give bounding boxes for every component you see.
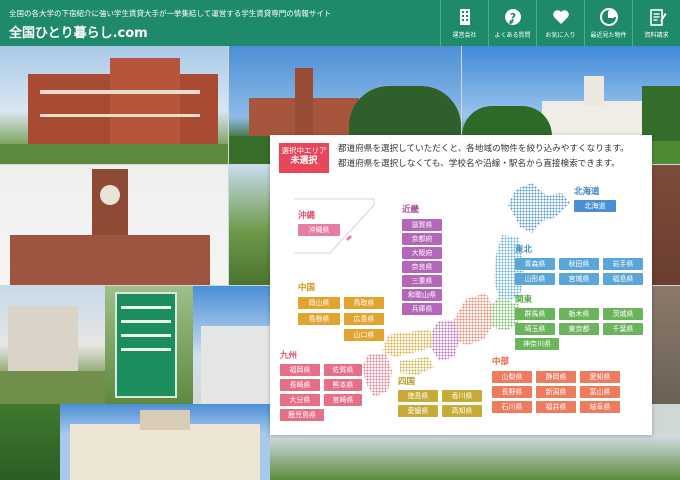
map-shikoku[interactable] [400, 357, 434, 375]
campus-photo-right-building [652, 165, 680, 285]
region-title-kanto: 関東 [515, 295, 533, 305]
region-title-tohoku: 東北 [515, 245, 533, 255]
pref-button-yamanashi[interactable]: 山梨県 [492, 371, 532, 383]
pref-button-kumamoto[interactable]: 熊本県 [324, 379, 362, 391]
pref-button-hiroshima[interactable]: 広島県 [344, 313, 384, 325]
pref-button-iwate[interactable]: 岩手県 [603, 258, 643, 270]
nav-company[interactable]: 運営会社 [440, 0, 488, 46]
nav-recently-viewed[interactable]: 最近見た物件 [584, 0, 632, 46]
campus-photo-modern-building [0, 286, 105, 404]
clock-icon [599, 8, 618, 26]
prefecture-search-panel: 選択中エリア 未選択 都道府県を選択していただくと、各地域の物件を絞り込みやすく… [270, 135, 652, 435]
region-title-kinki: 近畿 [402, 205, 420, 215]
pref-button-gifu[interactable]: 岐阜県 [580, 401, 620, 413]
pref-button-kanagawa[interactable]: 神奈川県 [515, 338, 559, 350]
pref-button-tokyo[interactable]: 東京都 [559, 323, 599, 335]
pref-button-okayama[interactable]: 岡山県 [298, 297, 340, 309]
nav-label: 最近見た物件 [590, 32, 627, 39]
nav-label: よくある質問 [494, 32, 531, 39]
pref-button-miyazaki[interactable]: 宮崎県 [324, 394, 362, 406]
heart-icon [552, 10, 569, 24]
pref-button-toyama[interactable]: 富山県 [580, 386, 620, 398]
pref-button-yamaguchi[interactable]: 山口県 [344, 329, 384, 341]
nav-favorites[interactable]: お気に入り [536, 0, 584, 46]
pref-button-oita[interactable]: 大分県 [280, 394, 320, 406]
pref-button-hokkaido[interactable]: 北海道 [574, 200, 616, 212]
pref-button-ibaraki[interactable]: 茨城県 [603, 308, 643, 320]
campus-photo-tall-tower [0, 165, 228, 285]
pref-button-saitama[interactable]: 埼玉県 [515, 323, 555, 335]
pref-button-kyoto[interactable]: 京都府 [402, 233, 442, 245]
site-header: 全国の各大学の下宿紹介に強い学生賃貸大手が一挙集結して運営する学生賃貸専門の情報… [0, 0, 680, 46]
region-title-chubu: 中部 [492, 357, 510, 367]
pref-button-kochi[interactable]: 高知県 [442, 405, 482, 417]
campus-photo-trees-bottom [0, 404, 60, 480]
region-title-chugoku: 中国 [298, 283, 316, 293]
document-icon [649, 9, 666, 26]
region-title-hokkaido: 北海道 [574, 187, 600, 197]
pref-button-osaka[interactable]: 大阪府 [402, 247, 442, 259]
nav-request-documents[interactable]: 資料請求 [632, 0, 680, 46]
pref-button-aomori[interactable]: 青森県 [515, 258, 555, 270]
region-title-okinawa: 沖縄 [298, 211, 316, 221]
pref-button-shimane[interactable]: 島根県 [298, 313, 340, 325]
region-title-kyushu: 九州 [280, 351, 298, 361]
pref-button-fukui[interactable]: 福井県 [536, 401, 576, 413]
building-icon [459, 9, 470, 25]
pref-button-niigata[interactable]: 新潟県 [536, 386, 576, 398]
okinawa-island-shape[interactable] [346, 235, 352, 241]
pref-button-aichi[interactable]: 愛知県 [580, 371, 620, 383]
svg-text:?: ? [509, 11, 515, 24]
pref-button-shiga[interactable]: 滋賀県 [402, 219, 442, 231]
nav-faq[interactable]: ? よくある質問 [488, 0, 536, 46]
pref-button-mie[interactable]: 三重県 [402, 275, 442, 287]
nav-label: お気に入り [545, 32, 576, 39]
pref-button-ehime[interactable]: 愛媛県 [398, 405, 438, 417]
pref-button-tottori[interactable]: 鳥取県 [344, 297, 384, 309]
campus-photo-right-brick [652, 286, 680, 404]
pref-button-okinawa[interactable]: 沖縄県 [298, 224, 340, 236]
pref-button-tokushima[interactable]: 徳島県 [398, 390, 438, 402]
pref-button-fukushima[interactable]: 福島県 [603, 273, 643, 285]
nav-label: 資料請求 [644, 32, 669, 39]
pref-button-kagawa[interactable]: 香川県 [442, 390, 482, 402]
pref-button-ishikawa[interactable]: 石川県 [492, 401, 532, 413]
pref-button-kagoshima[interactable]: 鹿児島県 [280, 409, 324, 421]
pref-button-tochigi[interactable]: 栃木県 [559, 308, 599, 320]
pref-button-saga[interactable]: 佐賀県 [324, 364, 362, 376]
campus-photo-trees [229, 165, 271, 285]
map-kyushu[interactable] [362, 353, 392, 397]
campus-photo-brick-building [0, 46, 228, 164]
pref-button-gunma[interactable]: 群馬県 [515, 308, 555, 320]
map-kinki[interactable] [430, 321, 460, 361]
pref-button-nara[interactable]: 奈良県 [402, 261, 442, 273]
site-tagline: 全国の各大学の下宿紹介に強い学生賃貸大手が一挙集結して運営する学生賃貸専門の情報… [9, 9, 332, 18]
campus-photo-glass-building [193, 286, 270, 404]
pref-button-akita[interactable]: 秋田県 [559, 258, 599, 270]
question-icon: ? [504, 9, 521, 25]
pref-button-yamagata[interactable]: 山形県 [515, 273, 555, 285]
region-title-shikoku: 四国 [398, 377, 416, 387]
map-hokkaido[interactable] [508, 183, 570, 233]
campus-photo-bottom-right [270, 435, 680, 480]
campus-photo-signboard [105, 286, 193, 404]
pref-button-fukuoka[interactable]: 福岡県 [280, 364, 320, 376]
campus-photo-classic-hall [60, 404, 270, 480]
map-chugoku[interactable] [382, 329, 434, 357]
pref-button-nagano[interactable]: 長野県 [492, 386, 532, 398]
site-logo-title[interactable]: 全国ひとり暮らし.com [9, 22, 148, 41]
pref-button-chiba[interactable]: 千葉県 [603, 323, 643, 335]
pref-button-hyogo[interactable]: 兵庫県 [402, 303, 442, 315]
header-nav: 運営会社 ? よくある質問 お気に入り 最近見た物件 資料請求 [440, 0, 680, 46]
pref-button-shizuoka[interactable]: 静岡県 [536, 371, 576, 383]
pref-button-nagasaki[interactable]: 長崎県 [280, 379, 320, 391]
nav-label: 運営会社 [452, 32, 477, 39]
pref-button-miyagi[interactable]: 宮城県 [559, 273, 599, 285]
pref-button-wakayama[interactable]: 和歌山県 [402, 289, 442, 301]
